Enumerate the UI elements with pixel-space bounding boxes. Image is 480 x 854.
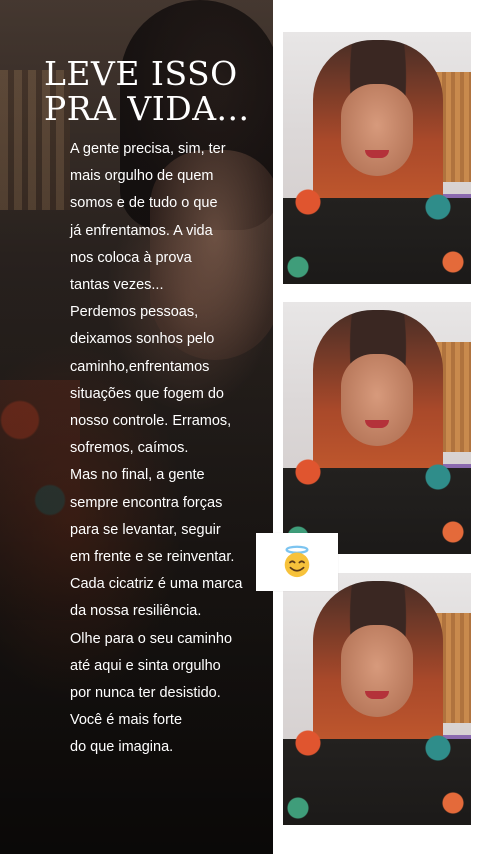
body-line: nosso controle. Erramos,: [70, 413, 232, 430]
body-line: por nunca ter desistido.: [70, 685, 221, 702]
title-line: PRA VIDA...: [44, 89, 250, 128]
body-line: tantas vezes...: [70, 277, 164, 294]
body-line: da nossa resiliência.: [70, 603, 202, 620]
body-line: Você é mais forte: [70, 712, 183, 729]
smiling-face-with-halo-icon: [284, 545, 310, 578]
emoji-sticker: [256, 533, 338, 591]
body-line: nos coloca à prova: [70, 249, 192, 266]
body-line: Mas no final, a gente: [70, 467, 205, 484]
background-photo-panel: LEVE ISSO PRA VIDA... A gente precisa, s…: [0, 0, 273, 854]
post-body: A gente precisa, sim, ter mais orgulho d…: [70, 136, 270, 762]
body-line: somos e de tudo o que: [70, 195, 218, 212]
body-line: mais orgulho de quem: [70, 168, 214, 185]
photo-face: [341, 84, 413, 176]
body-line: A gente precisa, sim, ter: [70, 141, 226, 157]
title-line: LEVE ISSO: [44, 54, 238, 93]
portrait-photo-1[interactable]: [283, 32, 471, 284]
portrait-photo-3[interactable]: [283, 573, 471, 825]
body-line: Cada cicatriz é uma marca: [70, 576, 243, 593]
portrait-photo-2[interactable]: [283, 302, 471, 554]
body-line: caminho,enfrentamos: [70, 358, 210, 375]
photo-shirt: [283, 713, 471, 825]
body-line: do que imagina.: [70, 739, 174, 756]
post-title: LEVE ISSO PRA VIDA...: [44, 56, 264, 126]
photo-face: [341, 625, 413, 717]
body-line: sempre encontra forças: [70, 494, 223, 511]
body-line: situações que fogem do: [70, 385, 224, 402]
body-line: em frente e se reinventar.: [70, 549, 235, 566]
body-line: deixamos sonhos pelo: [70, 331, 215, 348]
body-line: Perdemos pessoas,: [70, 304, 199, 321]
body-line: já enfrentamos. A vida: [70, 222, 213, 239]
photo-shirt: [283, 172, 471, 284]
body-line: sofremos, caímos.: [70, 440, 189, 457]
body-line: até aqui e sinta orgulho: [70, 657, 221, 674]
photo-face: [341, 354, 413, 446]
body-line: Olhe para o seu caminho: [70, 630, 233, 647]
body-line: para se levantar, seguir: [70, 521, 221, 538]
